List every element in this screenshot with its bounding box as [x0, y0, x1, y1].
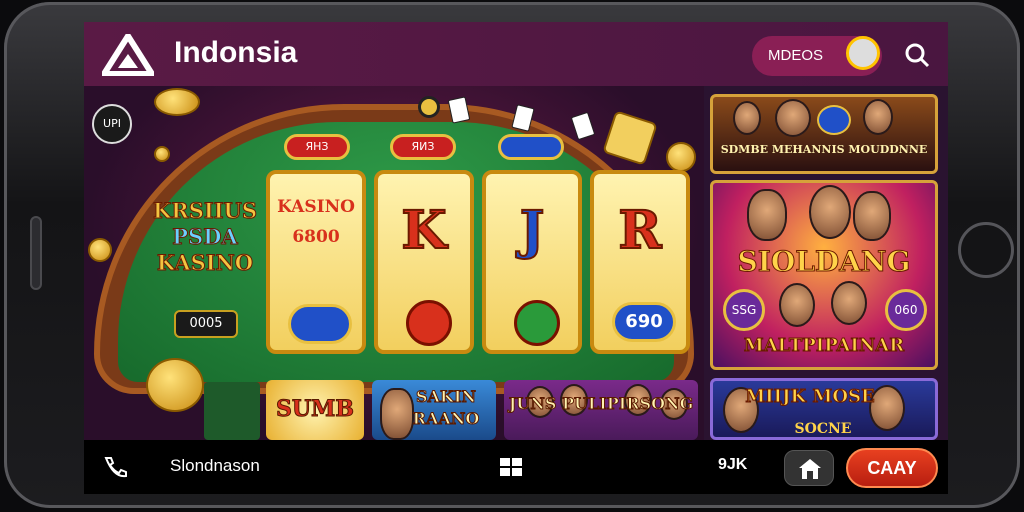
side-logo-line: KRSIIUS	[153, 198, 258, 224]
card-subtitle: MALTPIPAINAR	[743, 335, 905, 357]
home-button[interactable]	[784, 450, 834, 486]
host-avatar	[733, 101, 761, 135]
reel-top-chip: ЯНЗ	[284, 134, 350, 160]
slot-reel: K	[374, 170, 474, 354]
host-avatar	[809, 185, 851, 239]
coin-icon	[154, 146, 170, 162]
player-avatar	[779, 283, 815, 327]
brand-title: Indonsia	[174, 36, 298, 69]
card-title: MIIJK MOSE	[745, 386, 876, 407]
reel-symbol: J	[519, 199, 546, 262]
cards-thumb[interactable]	[204, 382, 260, 440]
windows-grid-icon[interactable]	[498, 456, 524, 478]
top-bar: Indonsia MDEOS	[84, 22, 948, 86]
chip-badge: 060	[885, 289, 927, 331]
phone-call-icon[interactable]	[102, 456, 128, 478]
reel-chip	[288, 304, 352, 344]
host-avatar	[853, 191, 891, 241]
promo-card-sioldang[interactable]: SIOLDANG SSG 060 MALTPIPAINAR	[710, 180, 938, 370]
reel-symbol: KASINO 6800	[277, 197, 355, 247]
thumb-title: SUMB	[275, 396, 355, 423]
thumb-title: SAKIN RAANO	[412, 387, 480, 429]
card-subtitle: SOCNE	[794, 421, 852, 437]
slot-reel: J	[482, 170, 582, 354]
host-avatar	[747, 189, 787, 241]
promo-card-miijk[interactable]: MIIJK MOSE SOCNE	[710, 378, 938, 440]
host-avatar	[863, 99, 893, 135]
upi-badge[interactable]: UPI	[92, 104, 132, 144]
search-icon[interactable]	[904, 42, 930, 68]
home-sensor[interactable]	[958, 222, 1014, 278]
chip-icon	[817, 105, 851, 135]
bottom-count: 9JK	[718, 456, 748, 473]
playing-card-icon	[570, 111, 596, 141]
slot-game-banner[interactable]: UPI KRSIIUS PSDA KASINO 0005 ЯНЗ ЯИЗ KAS…	[84, 86, 704, 440]
coin-icon	[666, 142, 696, 172]
side-logo-line: KASINO	[156, 250, 254, 276]
coin-icon	[154, 88, 200, 116]
host-avatar	[775, 99, 811, 137]
reel-chip: 690	[612, 302, 676, 342]
slot-reel: R 690	[590, 170, 690, 354]
chip-icon	[418, 96, 440, 118]
thumb-title: JUNS PULIPIRSONG	[508, 394, 694, 414]
brand-logo-icon	[102, 34, 154, 76]
coin-icon	[88, 238, 112, 262]
reel-top-chip	[498, 134, 564, 160]
coin-icon	[146, 358, 204, 412]
reel-symbol: R	[617, 199, 662, 262]
chip-badge: SSG	[723, 289, 765, 331]
dice-icon	[447, 96, 471, 124]
watermelon-icon	[514, 300, 560, 346]
reel-symbol: K	[400, 199, 447, 262]
kasino-side-logo: KRSIIUS PSDA KASINO	[150, 198, 260, 276]
game-thumb-sumb[interactable]: SUMB	[266, 380, 364, 440]
dice-icon	[602, 110, 658, 166]
game-thumb-sakin[interactable]: SAKIN RAANO	[372, 380, 496, 440]
promo-card-top[interactable]: SDMBE MEHANNIS MOUDDNNE	[710, 94, 938, 174]
game-thumb-junss[interactable]: JUNS PULIPIRSONG	[504, 380, 698, 440]
play-button[interactable]: CAAY	[846, 448, 938, 488]
app-screen: Indonsia MDEOS UPI KRSIIUS PSDA KASINO 0…	[84, 22, 948, 440]
credit-counter: 0005	[174, 310, 238, 338]
card-title: SDMBE MEHANNIS MOUDDNNE	[720, 143, 928, 156]
card-title: SIOLDANG	[737, 245, 911, 279]
strawberry-icon	[406, 300, 452, 346]
side-button[interactable]	[30, 216, 42, 290]
bottom-bar: Slondnason 9JK CAAY	[84, 440, 948, 494]
slot-reel: KASINO 6800	[266, 170, 366, 354]
reel-top-chip: ЯИЗ	[390, 134, 456, 160]
player-avatar	[831, 281, 867, 325]
bottom-label[interactable]: Slondnason	[170, 456, 260, 476]
home-icon	[799, 459, 821, 479]
chat-bubble-icon[interactable]	[846, 36, 880, 70]
side-logo-line: PSDA	[172, 224, 238, 250]
